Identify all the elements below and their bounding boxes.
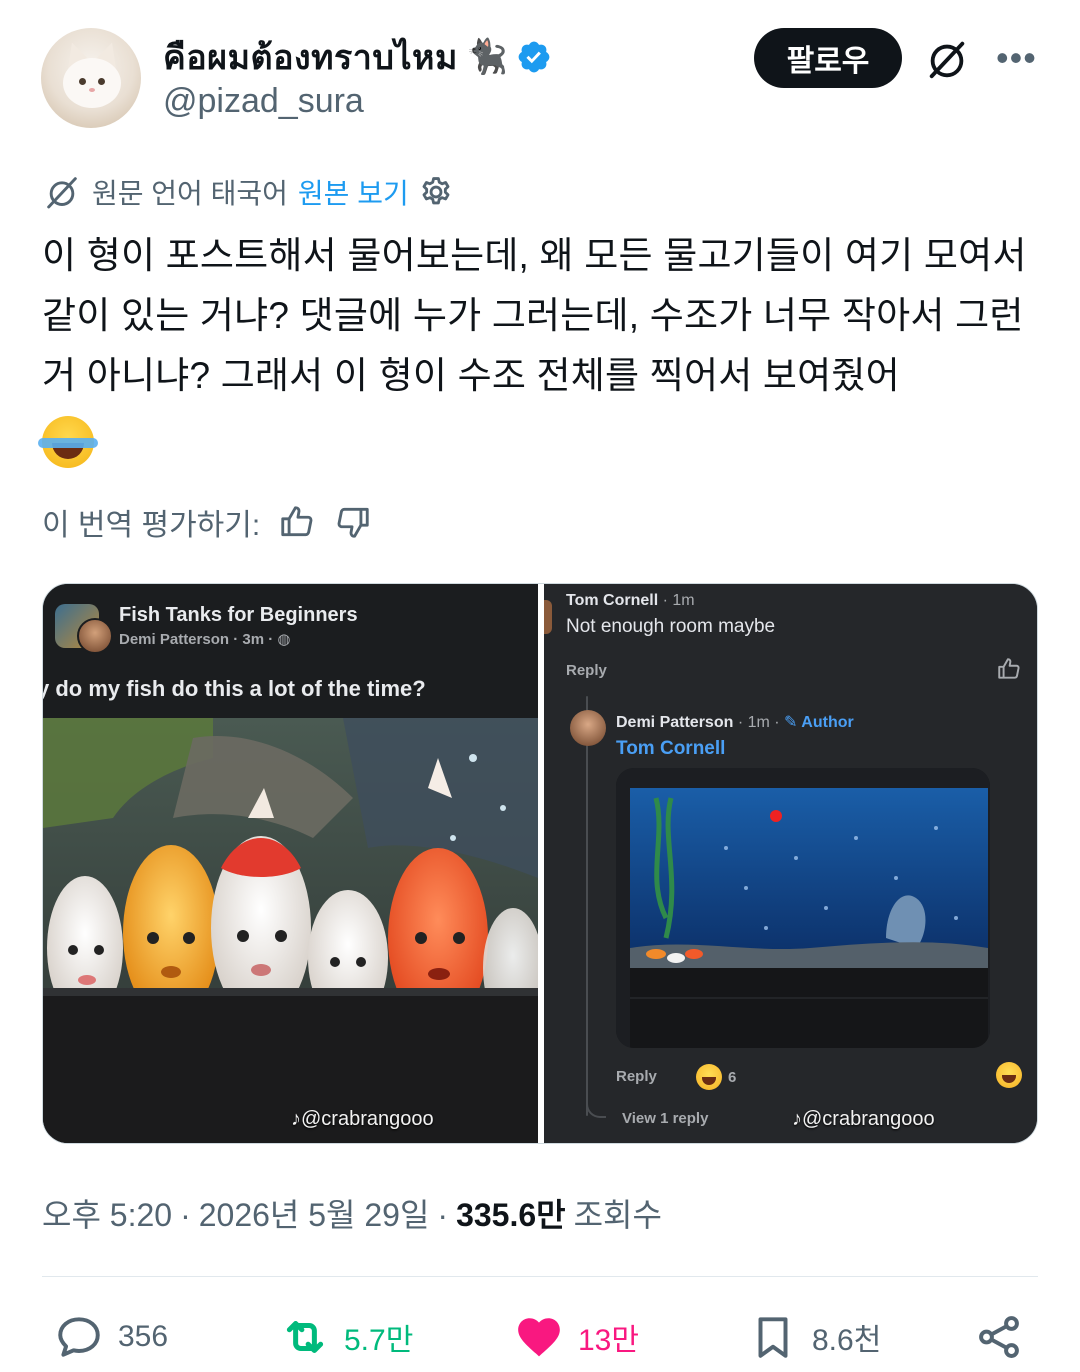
tiktok-watermark-left: ♪@crabrangooo <box>291 1108 434 1130</box>
translation-source-label: 원문 언어 태국어 <box>92 178 288 209</box>
share-button[interactable] <box>974 1312 1024 1362</box>
joy-tears-emoji <box>38 416 98 469</box>
post-author-text: Demi Patterson · 3m · <box>119 631 278 648</box>
author-handle[interactable]: @pizad_sura <box>163 82 364 121</box>
like-thumb-icon <box>998 658 1020 679</box>
reaction-count: 6 <box>728 1068 737 1086</box>
more-options-icon[interactable]: ••• <box>996 38 1037 78</box>
tweet-meta: 오후 5:20 · 2026년 5월 29일 · 335.6만 조회수 <box>42 1190 662 1236</box>
tweet-text: 이 형이 포스트해서 물어보는데, 왜 모든 물고기들이 여기 모여서 같이 있… <box>38 226 1042 469</box>
retweet-icon <box>286 1320 324 1354</box>
comment2-avatar <box>570 710 606 746</box>
avatar-cat-nose <box>89 88 95 92</box>
comment2-reply: Reply <box>616 1068 657 1085</box>
verified-badge-icon[interactable] <box>516 39 552 75</box>
views-count: 335.6만 <box>456 1197 566 1233</box>
gear-icon[interactable] <box>419 175 453 209</box>
comment1-author: Tom Cornell · 1m <box>566 592 695 610</box>
retweet-button[interactable]: 5.7만 <box>280 1312 413 1362</box>
follow-button[interactable]: 팔로우 <box>754 28 902 88</box>
comment2-reactions: 6 <box>696 1064 736 1090</box>
bookmark-icon <box>758 1317 788 1358</box>
bookmark-count: 8.6천 <box>812 1324 882 1357</box>
comment2-mention: Tom Cornell <box>616 738 726 759</box>
thumbs-up-icon[interactable] <box>278 503 316 541</box>
comment2-author: Demi Patterson · 1m · ✎ Author <box>616 712 854 732</box>
commenter-avatar-cropped <box>544 600 552 634</box>
meta-separator: · <box>437 1197 449 1233</box>
haha-react-button-icon <box>996 1062 1022 1088</box>
post-author: Demi Patterson · 3m · ◍ <box>119 630 290 648</box>
tweet-time[interactable]: 오후 5:20 <box>42 1190 172 1236</box>
tiktok-watermark-right: ♪@crabrangooo <box>792 1108 935 1130</box>
tweet-body: 이 형이 포스트해서 물어보는데, 왜 모든 물고기들이 여기 모여서 같이 있… <box>42 235 1027 396</box>
author-name-row[interactable]: คือผมต้องทราบไหม 🐈‍⬛ <box>163 30 552 84</box>
view-replies: View 1 reply <box>622 1110 709 1127</box>
comment1-text: Not enough room maybe <box>566 616 776 637</box>
comment1-reply: Reply <box>566 662 607 679</box>
haha-reaction-icon <box>696 1064 722 1090</box>
comment1-time: · 1m <box>658 592 695 609</box>
author-badge: ✎ Author <box>784 714 854 731</box>
media-image-left[interactable]: Fish Tanks for Beginners Demi Patterson … <box>43 584 538 1143</box>
retweet-count: 5.7만 <box>344 1324 414 1357</box>
meta-separator: · <box>180 1197 191 1233</box>
poster-avatar <box>77 618 113 654</box>
reply-icon <box>58 1317 100 1357</box>
group-title: Fish Tanks for Beginners <box>119 604 358 626</box>
avatar-cat-eye <box>79 78 86 85</box>
thumbs-down-icon[interactable] <box>334 503 372 541</box>
post-question: y do my fish do this a lot of the time? <box>43 676 426 701</box>
author-display-name[interactable]: คือผมต้องทราบไหม <box>163 30 458 84</box>
like-button[interactable]: 13만 <box>514 1312 639 1362</box>
comment1-author-name: Tom Cornell <box>566 592 659 609</box>
tweet-media[interactable]: Fish Tanks for Beginners Demi Patterson … <box>42 583 1038 1144</box>
heart-icon <box>518 1318 560 1357</box>
divider <box>42 1276 1038 1277</box>
comment2-time: · 1m · <box>733 714 785 731</box>
aquarium-svg <box>616 768 990 1048</box>
grok-icon[interactable] <box>924 36 970 82</box>
globe-icon: ◍ <box>277 631 291 648</box>
black-cat-emoji: 🐈‍⬛ <box>465 38 509 76</box>
avatar-cat-face <box>63 58 121 108</box>
tweet-date[interactable]: 2026년 5월 29일 <box>199 1190 430 1236</box>
watermark-text-left: @crabrangooo <box>301 1108 434 1130</box>
translation-bar: 원문 언어 태국어 원본 보기 <box>42 172 453 212</box>
view-original-link[interactable]: 원본 보기 <box>298 172 409 212</box>
author-avatar[interactable] <box>41 28 141 128</box>
rate-translation-label: 이 번역 평가하기: <box>42 509 261 542</box>
views-label: 조회수 <box>573 1197 662 1233</box>
thread-curve <box>586 1084 606 1118</box>
rate-translation-row: 이 번역 평가하기: <box>42 500 372 544</box>
like-count: 13만 <box>578 1324 639 1357</box>
action-bar: 356 5.7만 13만 8.6천 <box>0 1302 1080 1372</box>
aquarium-photo <box>616 768 990 1048</box>
reply-count: 356 <box>118 1320 169 1353</box>
media-image-right[interactable]: Tom Cornell · 1m Not enough room maybe R… <box>544 584 1037 1143</box>
bookmark-button[interactable]: 8.6천 <box>748 1312 881 1362</box>
thread-line <box>586 696 588 1116</box>
watermark-text-right: @crabrangooo <box>802 1108 935 1130</box>
reply-button[interactable]: 356 <box>54 1312 168 1362</box>
avatar-cat-eye <box>98 78 105 85</box>
goldfish-photo <box>43 718 538 1143</box>
comment2-author-name: Demi Patterson <box>616 714 734 731</box>
share-icon <box>979 1316 1019 1358</box>
group-avatar <box>55 604 113 654</box>
grok-translate-icon <box>47 177 77 209</box>
